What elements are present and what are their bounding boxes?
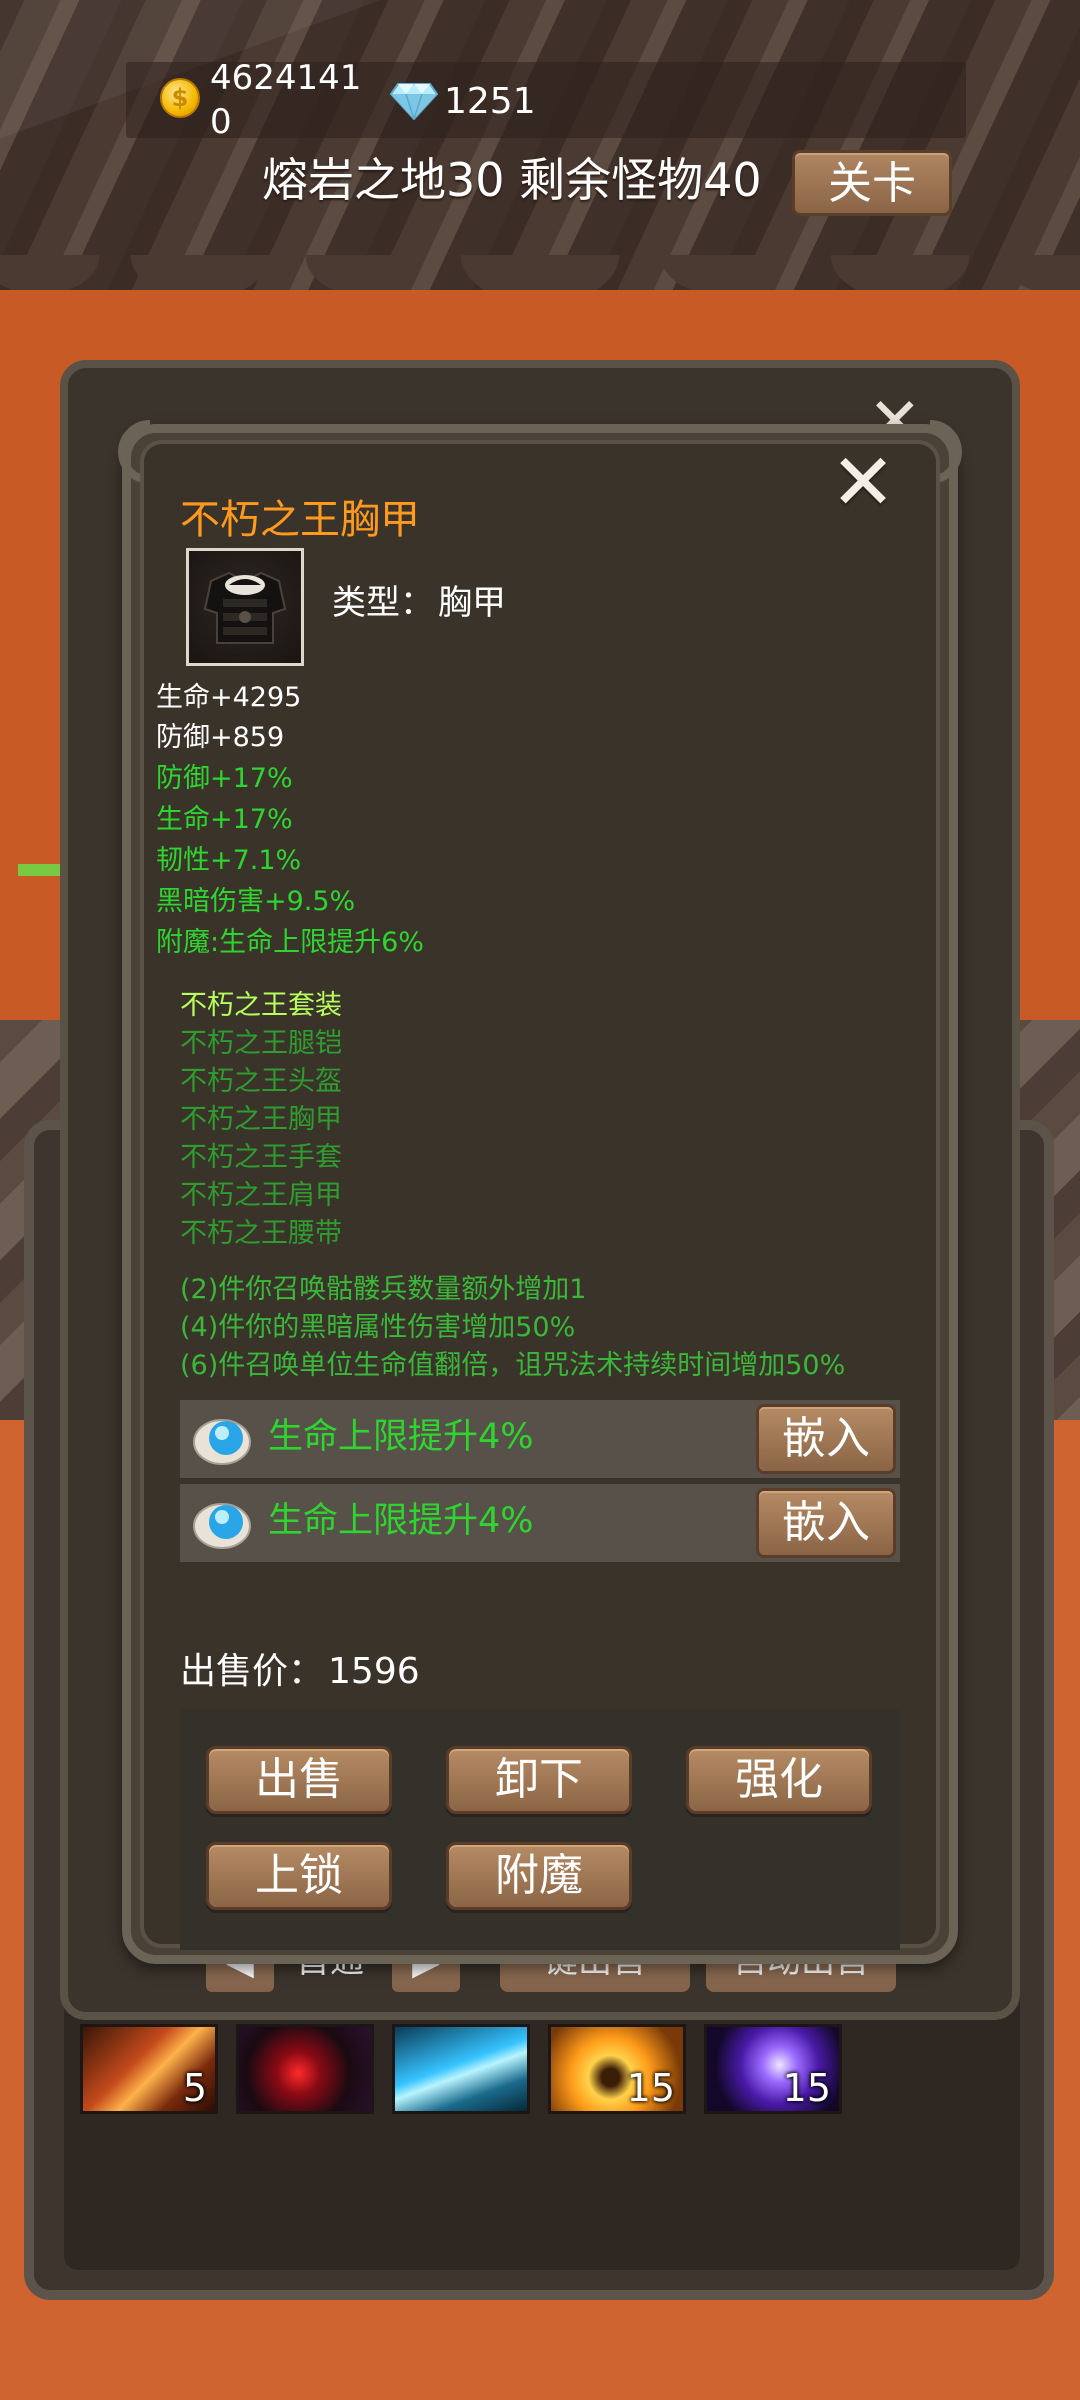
stage-info: 熔岩之地30 剩余怪物40 xyxy=(262,153,762,207)
embed-button[interactable]: 嵌入 xyxy=(756,1404,896,1474)
stat-line: 防御+859 xyxy=(156,722,285,753)
gem-socket: 生命上限提升4% 嵌入 xyxy=(180,1400,900,1478)
enhance-button[interactable]: 强化 xyxy=(686,1746,872,1814)
gem-socket: 生命上限提升4% 嵌入 xyxy=(180,1484,900,1562)
stat-line: 韧性+7.1% xyxy=(156,845,302,876)
gold-coin-icon: $ xyxy=(160,78,200,118)
socket-effect: 生命上限提升4% xyxy=(268,1501,534,1541)
set-bonus: (2)件你召唤骷髅兵数量额外增加1 xyxy=(180,1274,587,1305)
stat-line: 生命+4295 xyxy=(156,682,302,713)
set-piece: 不朽之王胸甲 xyxy=(180,1104,342,1135)
set-piece: 不朽之王腿铠 xyxy=(180,1028,342,1059)
set-title: 不朽之王套装 xyxy=(180,990,342,1021)
stage-select-button[interactable]: 关卡 xyxy=(792,150,952,216)
void-orb-skill-icon[interactable]: 15 xyxy=(704,2024,842,2114)
gem-amount: 1251 xyxy=(444,81,536,122)
blue-gem-icon xyxy=(193,1503,251,1549)
enchant-button[interactable]: 附魔 xyxy=(446,1842,632,1910)
chest-armor-icon xyxy=(186,548,304,666)
set-piece: 不朽之王头盔 xyxy=(180,1066,342,1097)
skill-count: 5 xyxy=(182,2066,207,2110)
stat-line: 防御+17% xyxy=(156,763,293,794)
set-bonus: (6)件召唤单位生命值翻倍，诅咒法术持续时间增加50% xyxy=(180,1350,846,1381)
sell-price-label: 出售价： xyxy=(180,1651,325,1692)
close-icon[interactable]: ✕ xyxy=(826,444,900,522)
blood-demon-skill-icon[interactable] xyxy=(236,2024,374,2114)
lock-button[interactable]: 上锁 xyxy=(206,1842,392,1910)
blue-gem-icon xyxy=(193,1419,251,1465)
set-bonus: (4)件你的黑暗属性伤害增加50% xyxy=(180,1312,576,1343)
stat-line: 生命+17% xyxy=(156,804,293,835)
skill-count: 15 xyxy=(782,2066,831,2110)
golden-burst-skill-icon[interactable]: 15 xyxy=(548,2024,686,2114)
set-piece: 不朽之王肩甲 xyxy=(180,1180,342,1211)
sell-price-value: 1596 xyxy=(328,1651,420,1692)
item-type: 类型： 胸甲 xyxy=(332,580,506,626)
embed-button[interactable]: 嵌入 xyxy=(756,1488,896,1558)
ice-fish-skill-icon[interactable] xyxy=(392,2024,530,2114)
unequip-button[interactable]: 卸下 xyxy=(446,1746,632,1814)
item-type-value: 胸甲 xyxy=(438,583,506,623)
enchant-stat-line: 附魔:生命上限提升6% xyxy=(156,927,424,958)
set-piece: 不朽之王腰带 xyxy=(180,1218,342,1249)
item-name: 不朽之王胸甲 xyxy=(180,497,420,543)
diamond-icon xyxy=(390,83,438,120)
skill-count: 15 xyxy=(626,2066,675,2110)
flame-slash-skill-icon[interactable]: 5 xyxy=(80,2024,218,2114)
socket-effect: 生命上限提升4% xyxy=(268,1417,534,1457)
set-piece: 不朽之王手套 xyxy=(180,1142,342,1173)
stat-line: 黑暗伤害+9.5% xyxy=(156,886,356,917)
gold-amount: 46241410 xyxy=(210,58,362,142)
sell-price: 出售价： 1596 xyxy=(180,1648,420,1696)
sell-button[interactable]: 出售 xyxy=(206,1746,392,1814)
item-type-label: 类型： xyxy=(332,583,434,623)
